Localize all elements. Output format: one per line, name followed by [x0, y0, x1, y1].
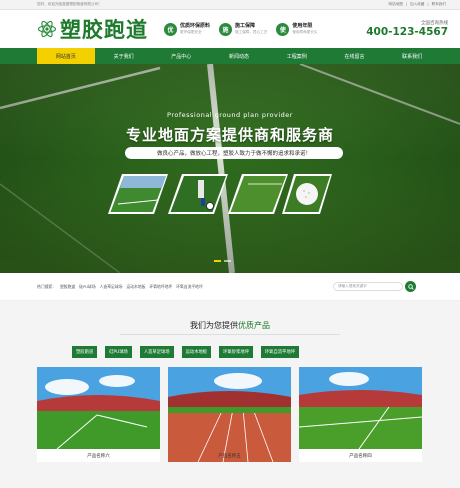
product-name[interactable]: 产品名称四 — [299, 449, 422, 462]
feature-item: 优 优质环保原料 更环保更安全 — [164, 22, 211, 36]
search-button[interactable] — [405, 281, 416, 292]
feature-item: 施 施工保障 施工保障，匠心工艺 — [219, 22, 268, 36]
product-card[interactable]: 产品名称四 — [299, 367, 422, 462]
category-tabs: 塑胶跑道 硅PU球场 人造草足球场 运动木地板 环氧砂浆地坪 环氧自流平地坪 — [72, 346, 299, 358]
football-kick-image — [168, 174, 228, 214]
hot-keyword[interactable]: 硅PU球场 — [79, 284, 95, 290]
main-nav: 网站首页 关于我们 产品中心 新闻动态 工程案例 在线留言 联系我们 — [0, 48, 460, 64]
hot-keyword[interactable]: 人造草足球场 — [100, 284, 123, 290]
slide-indicators — [214, 260, 231, 262]
product-card[interactable]: 产品名称五 — [168, 367, 291, 462]
quality-icon: 优 — [164, 22, 177, 36]
banner-cn-title: 专业地面方案提供商和服务商 — [125, 126, 334, 144]
product-image — [37, 367, 160, 449]
hot-keywords: 热门搜索： 塑胶跑道 硅PU球场 人造草足球场 运动木地板 环氧地坪地坪 环氧自… — [37, 284, 203, 290]
nav-item-news[interactable]: 新闻动态 — [210, 48, 268, 64]
slide-dot-active[interactable] — [214, 260, 221, 262]
nav-item-contact[interactable]: 联系我们 — [383, 48, 441, 64]
slide-dot[interactable] — [224, 260, 231, 262]
feature-desc: 使用寿命更长久 — [292, 30, 318, 34]
feature-desc: 更环保更安全 — [180, 30, 202, 34]
feature-title: 施工保障 — [235, 23, 256, 29]
site-header: 塑胶跑道 优 优质环保原料 更环保更安全 施 施工保障 施工保障，匠心工艺 使 … — [0, 10, 460, 48]
lifespan-icon: 使 — [276, 22, 290, 36]
product-name[interactable]: 产品名称六 — [37, 449, 160, 462]
nav-item-about[interactable]: 关于我们 — [95, 48, 153, 64]
product-cards: 产品名称六 产品名称五 产品名称四 — [37, 367, 422, 462]
category-tab[interactable]: 环氧自流平地坪 — [260, 346, 299, 358]
category-tab[interactable]: 运动木地板 — [181, 346, 212, 358]
hero-banner[interactable]: Professional ground plan provider 专业地面方案… — [0, 64, 460, 273]
banner-subtitle: 做良心产品，做放心工程，塑胶人致力于做不懈的追求和承诺！ — [125, 147, 343, 159]
section-title: 我们为您提供优质产品 — [0, 320, 460, 331]
contact-link[interactable]: 联系我们 — [432, 2, 446, 7]
construction-icon: 施 — [219, 22, 233, 36]
category-tab[interactable]: 硅PU球场 — [105, 346, 132, 358]
section-divider — [120, 334, 340, 335]
section-title-prefix: 我们为您提供 — [190, 321, 238, 330]
hotline-number: 400-123-4567 — [366, 26, 448, 38]
atom-logo-icon — [37, 20, 57, 38]
search-input[interactable]: 请输入搜索关键字 — [333, 282, 403, 291]
hot-keyword[interactable]: 环氧地坪地坪 — [149, 284, 172, 290]
search-bar: 热门搜索： 塑胶跑道 硅PU球场 人造草足球场 运动木地板 环氧地坪地坪 环氧自… — [0, 273, 460, 301]
category-tab[interactable]: 环氧砂浆地坪 — [219, 346, 253, 358]
product-image — [168, 367, 291, 462]
golf-ball-image — [282, 174, 332, 214]
banner-en-title: Professional ground plan provider — [167, 111, 293, 119]
products-section: 我们为您提供优质产品 塑胶跑道 硅PU球场 人造草足球场 运动木地板 环氧砂浆地… — [0, 301, 460, 488]
feature-item: 使 使用年限 使用寿命更长久 — [276, 22, 318, 36]
hot-keyword[interactable]: 运动木地板 — [126, 284, 145, 290]
nav-item-message[interactable]: 在线留言 — [326, 48, 384, 64]
product-name[interactable]: 产品名称五 — [168, 449, 291, 462]
section-title-highlight: 优质产品 — [238, 321, 270, 330]
hot-keyword[interactable]: 塑胶跑道 — [60, 284, 75, 290]
hot-keyword[interactable]: 环氧自流平地坪 — [176, 284, 203, 290]
turf-closeup-image — [228, 174, 288, 214]
turf-field-image — [0, 64, 460, 273]
feature-list: 优 优质环保原料 更环保更安全 施 施工保障 施工保障，匠心工艺 使 使用年限 … — [164, 22, 318, 36]
product-card[interactable]: 产品名称六 — [37, 367, 160, 462]
welcome-text: 您好，欢迎光临蓝魔塑胶跑道有限公司！ — [37, 2, 102, 6]
top-bar: 您好，欢迎光临蓝魔塑胶跑道有限公司！ 网站地图 | 加入收藏 | 联系我们 — [0, 0, 460, 10]
sitemap-link[interactable]: 网站地图 — [388, 2, 402, 7]
stadium-photo-image — [108, 174, 168, 214]
product-image — [299, 367, 422, 449]
hotline: 全国咨询热线 400-123-4567 — [366, 20, 448, 38]
nav-item-cases[interactable]: 工程案例 — [268, 48, 326, 64]
nav-item-products[interactable]: 产品中心 — [152, 48, 210, 64]
site-logo[interactable]: 塑胶跑道 — [37, 14, 148, 44]
add-favorite-link[interactable]: 加入收藏 — [410, 2, 424, 7]
search-icon — [407, 283, 414, 290]
category-tab[interactable]: 人造草足球场 — [139, 346, 174, 358]
feature-title: 优质环保原料 — [180, 23, 211, 29]
hot-label: 热门搜索： — [37, 283, 56, 289]
category-tab[interactable]: 塑胶跑道 — [72, 346, 98, 358]
logo-text: 塑胶跑道 — [60, 17, 148, 42]
feature-title: 使用年限 — [292, 23, 313, 29]
top-links: 网站地图 | 加入收藏 | 联系我们 — [388, 2, 446, 7]
feature-desc: 施工保障，匠心工艺 — [235, 30, 268, 34]
nav-item-home[interactable]: 网站首页 — [37, 48, 95, 64]
